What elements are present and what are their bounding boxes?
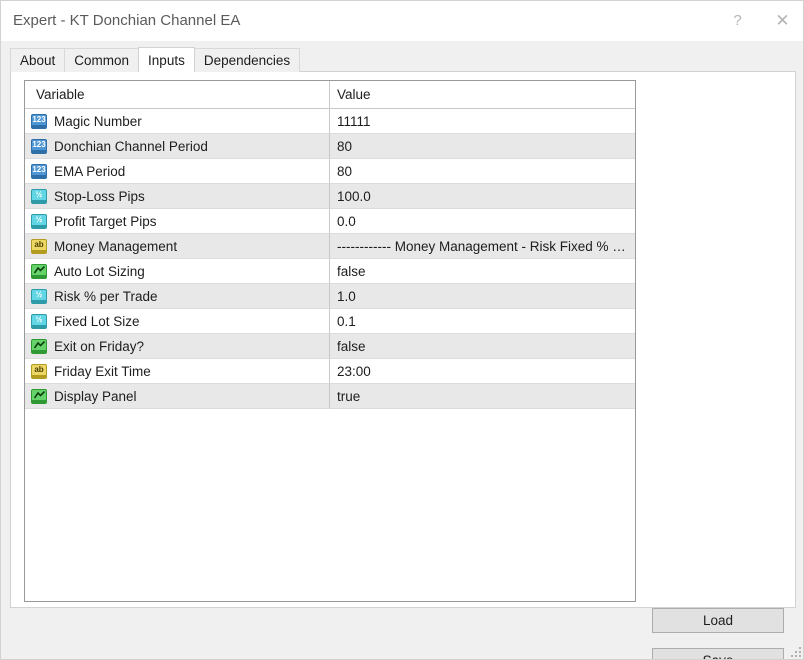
- inputs-table[interactable]: Variable Value 123 Magic Number 11111 12…: [24, 80, 636, 602]
- variable-cell: Display Panel: [25, 384, 330, 409]
- window-title: Expert - KT Donchian Channel EA: [13, 12, 241, 29]
- table-row[interactable]: ab Money Management ------------ Money M…: [25, 234, 635, 259]
- tab-strip: About Common Inputs Dependencies: [10, 47, 301, 72]
- value-cell[interactable]: 100.0: [330, 184, 635, 209]
- zigzag-glyph: [33, 266, 45, 274]
- variable-cell: Exit on Friday?: [25, 334, 330, 359]
- bool-icon: [31, 338, 47, 354]
- variable-cell: 123 Donchian Channel Period: [25, 134, 330, 159]
- table-row[interactable]: 123 Donchian Channel Period 80: [25, 134, 635, 159]
- table-row[interactable]: ½ Profit Target Pips 0.0: [25, 209, 635, 234]
- value-cell[interactable]: false: [330, 259, 635, 284]
- table-row[interactable]: Auto Lot Sizing false: [25, 259, 635, 284]
- value-cell[interactable]: 80: [330, 159, 635, 184]
- value-cell[interactable]: 23:00: [330, 359, 635, 384]
- tab-dependencies[interactable]: Dependencies: [193, 48, 301, 72]
- string-icon: ab: [31, 238, 47, 254]
- table-header-row: Variable Value: [25, 81, 635, 109]
- int-icon: 123: [31, 113, 47, 129]
- value-cell[interactable]: 0.1: [330, 309, 635, 334]
- zigzag-glyph: [33, 341, 45, 349]
- save-button[interactable]: Save: [652, 648, 784, 659]
- table-row[interactable]: 123 Magic Number 11111: [25, 109, 635, 134]
- value-cell[interactable]: 11111: [330, 109, 635, 134]
- table-row[interactable]: Exit on Friday? false: [25, 334, 635, 359]
- double-icon: ½: [31, 188, 47, 204]
- value-cell[interactable]: 1.0: [330, 284, 635, 309]
- table-row[interactable]: ½ Risk % per Trade 1.0: [25, 284, 635, 309]
- load-button[interactable]: Load: [652, 608, 784, 633]
- double-icon: ½: [31, 213, 47, 229]
- table-row[interactable]: 123 EMA Period 80: [25, 159, 635, 184]
- value-cell[interactable]: 80: [330, 134, 635, 159]
- resize-grip[interactable]: [791, 647, 802, 658]
- value-cell[interactable]: ------------ Money Management - Risk Fix…: [330, 234, 635, 259]
- int-icon: 123: [31, 163, 47, 179]
- help-icon[interactable]: ?: [715, 1, 760, 40]
- value-cell[interactable]: true: [330, 384, 635, 409]
- variable-cell: ½ Fixed Lot Size: [25, 309, 330, 334]
- table-row[interactable]: ½ Fixed Lot Size 0.1: [25, 309, 635, 334]
- int-icon: 123: [31, 138, 47, 154]
- title-bar: Expert - KT Donchian Channel EA ? ✕: [1, 1, 803, 41]
- tab-inputs[interactable]: Inputs: [138, 47, 195, 72]
- column-header-variable: Variable: [25, 81, 330, 109]
- inputs-tab-page: Variable Value 123 Magic Number 11111 12…: [10, 71, 796, 659]
- double-icon: ½: [31, 288, 47, 304]
- expert-properties-dialog: Expert - KT Donchian Channel EA ? ✕ Abou…: [0, 0, 804, 660]
- table-row[interactable]: ab Friday Exit Time 23:00: [25, 359, 635, 384]
- variable-cell: ½ Stop-Loss Pips: [25, 184, 330, 209]
- variable-cell: 123 EMA Period: [25, 159, 330, 184]
- bool-icon: [31, 388, 47, 404]
- column-header-value: Value: [330, 81, 635, 109]
- variable-cell: ab Friday Exit Time: [25, 359, 330, 384]
- tab-about[interactable]: About: [10, 48, 66, 72]
- tab-common[interactable]: Common: [64, 48, 140, 72]
- variable-cell: ab Money Management: [25, 234, 330, 259]
- variable-cell: 123 Magic Number: [25, 109, 330, 134]
- variable-cell: Auto Lot Sizing: [25, 259, 330, 284]
- table-row[interactable]: ½ Stop-Loss Pips 100.0: [25, 184, 635, 209]
- table-row[interactable]: Display Panel true: [25, 384, 635, 409]
- string-icon: ab: [31, 363, 47, 379]
- zigzag-glyph: [33, 391, 45, 399]
- bool-icon: [31, 263, 47, 279]
- variable-cell: ½ Risk % per Trade: [25, 284, 330, 309]
- value-cell[interactable]: 0.0: [330, 209, 635, 234]
- variable-cell: ½ Profit Target Pips: [25, 209, 330, 234]
- double-icon: ½: [31, 313, 47, 329]
- close-icon[interactable]: ✕: [760, 1, 803, 40]
- value-cell[interactable]: false: [330, 334, 635, 359]
